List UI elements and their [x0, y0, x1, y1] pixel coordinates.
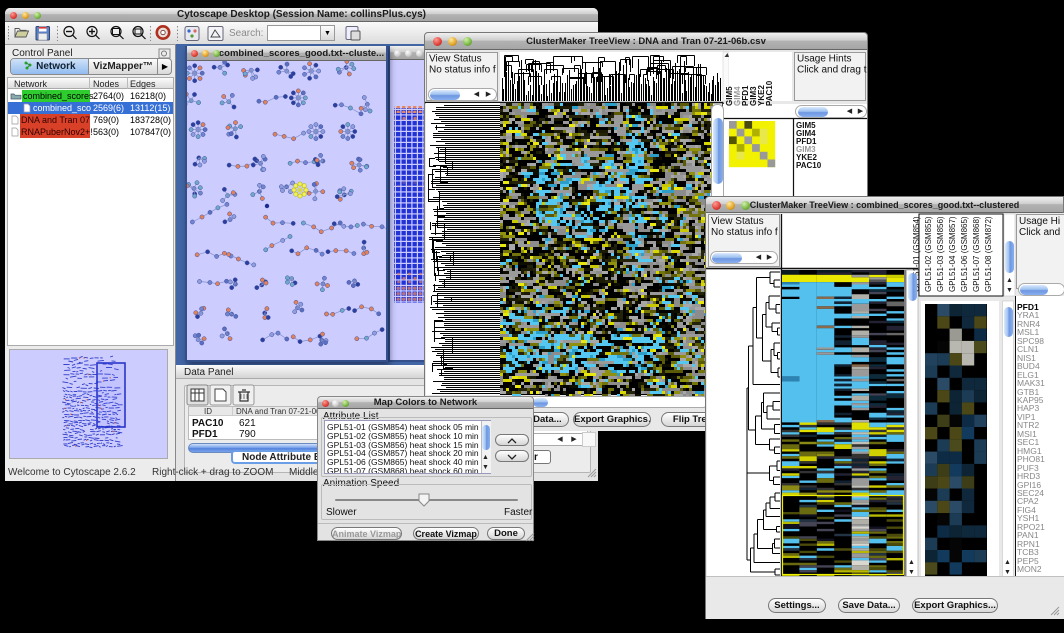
svg-text:No status info f: No status info f: [429, 65, 496, 76]
svg-text:Usage Hints: Usage Hints: [797, 54, 851, 65]
svg-text:View Status: View Status: [711, 216, 764, 227]
svg-text:Click and drag tc: Click and drag tc: [797, 65, 867, 76]
svg-text:No status info f: No status info f: [711, 227, 778, 238]
svg-text:View Status: View Status: [429, 54, 482, 65]
svg-text:Search:: Search:: [229, 28, 263, 39]
svg-text:PAC10: PAC10: [796, 161, 822, 170]
svg-text:Usage Hi: Usage Hi: [1019, 216, 1060, 227]
svg-text:Click and: Click and: [1019, 227, 1060, 238]
